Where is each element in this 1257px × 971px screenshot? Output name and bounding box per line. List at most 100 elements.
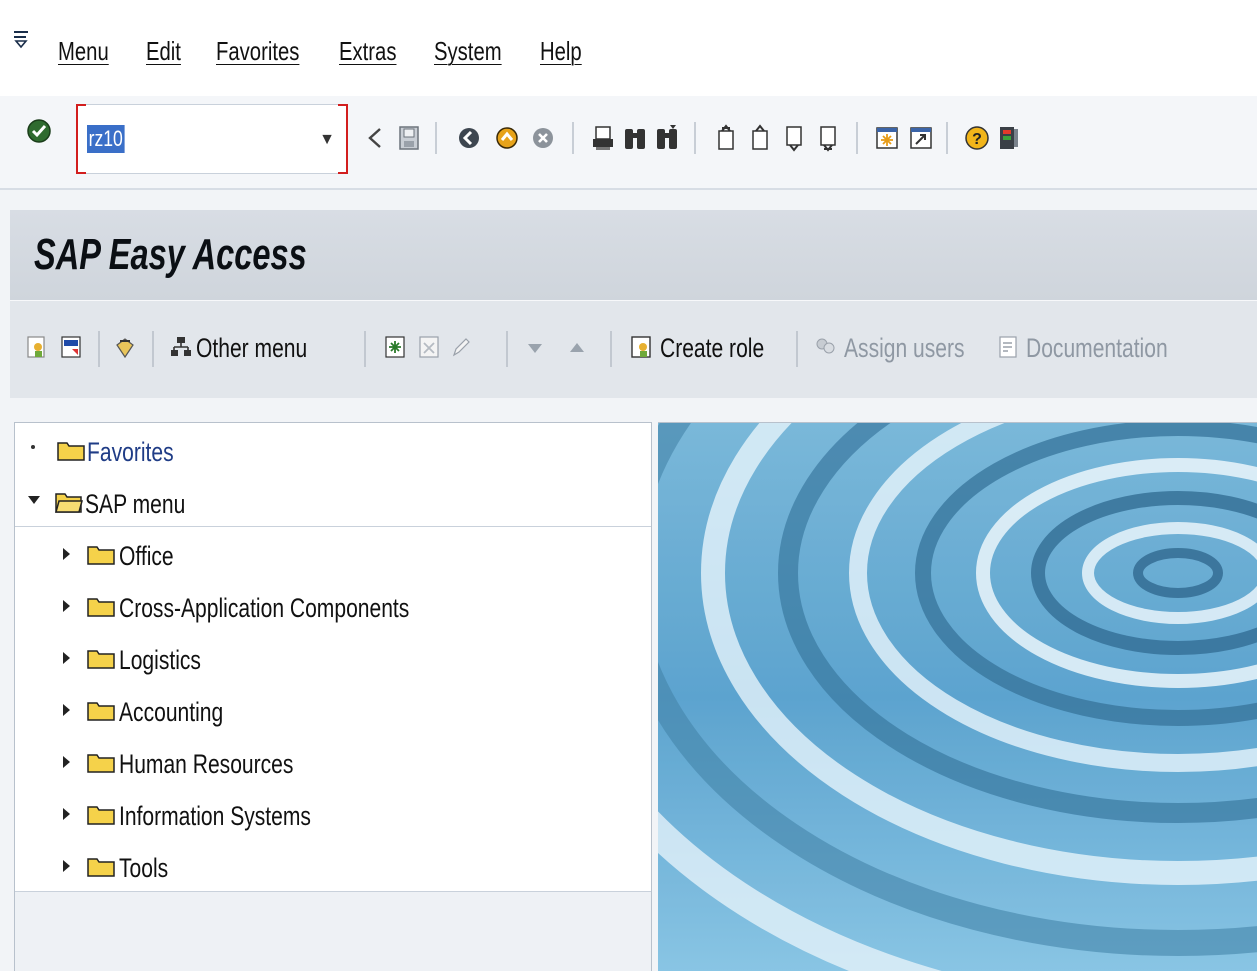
tree-node-favorites[interactable]: Favorites [15, 423, 651, 475]
move-up-icon[interactable] [566, 335, 588, 359]
menu-item-favorites[interactable]: Favorites [216, 36, 299, 67]
focus-bracket-right [338, 104, 348, 174]
menu-tree: Favorites SAP menu Office Cross-Applicat… [14, 422, 652, 971]
expanded-arrow-icon[interactable] [27, 495, 41, 505]
folder-icon [87, 806, 115, 825]
tree-label[interactable]: Cross-Application Components [119, 593, 409, 624]
collapsed-arrow-icon[interactable] [61, 859, 71, 873]
title-bar: SAP Easy Access [10, 210, 1257, 300]
create-session-icon[interactable] [874, 123, 900, 153]
folder-icon [87, 546, 115, 565]
folder-icon [87, 702, 115, 721]
menu-bar: Menu Edit Favorites Extras System Help [0, 0, 1257, 96]
shortcut-icon[interactable] [908, 123, 934, 153]
tree-label[interactable]: Logistics [119, 645, 201, 676]
help-icon[interactable]: ? [964, 123, 990, 153]
tree-node[interactable]: Office [15, 527, 651, 579]
svg-text:?: ? [972, 131, 982, 148]
tree-label-favorites[interactable]: Favorites [87, 437, 174, 468]
delete-favorite-icon[interactable] [418, 335, 440, 359]
tree-footer [15, 891, 651, 971]
edit-pencil-icon[interactable] [450, 335, 472, 359]
collapsed-arrow-icon[interactable] [61, 807, 71, 821]
create-role-icon[interactable] [630, 335, 652, 359]
toolbar-separator [796, 331, 798, 367]
toolbar-separator [856, 122, 858, 154]
documentation-button[interactable]: Documentation [1026, 333, 1168, 364]
previous-page-icon[interactable] [748, 123, 774, 153]
user-menu-icon[interactable] [26, 335, 48, 359]
find-next-icon[interactable] [654, 123, 680, 153]
tree-node-sap-menu[interactable]: SAP menu [15, 475, 651, 527]
menu-item-system[interactable]: System [434, 36, 502, 67]
command-field[interactable]: rz10 ▼ [76, 104, 348, 174]
cancel-icon[interactable] [530, 123, 556, 153]
app-menu-icon[interactable] [10, 28, 32, 50]
folder-icon [87, 598, 115, 617]
tree-label[interactable]: Office [119, 541, 174, 572]
collapsed-arrow-icon[interactable] [61, 599, 71, 613]
toolbar-separator [610, 331, 612, 367]
menu-item-extras[interactable]: Extras [339, 36, 396, 67]
application-toolbar: Other menu Create role Assign users Docu… [10, 300, 1257, 398]
system-toolbar: rz10 ▼ ? [0, 96, 1257, 190]
toolbar-separator [364, 331, 366, 367]
back-icon[interactable] [362, 123, 388, 153]
add-favorite-icon[interactable] [384, 335, 406, 359]
tree-label[interactable]: Tools [119, 853, 168, 884]
documentation-icon[interactable] [998, 335, 1020, 359]
tree-label[interactable]: Information Systems [119, 801, 311, 832]
toolbar-separator [572, 122, 574, 154]
find-icon[interactable] [622, 123, 648, 153]
focus-bracket-left [76, 104, 86, 174]
collapsed-arrow-icon[interactable] [61, 547, 71, 561]
tree-node[interactable]: Tools [15, 839, 651, 891]
tree-label[interactable]: Human Resources [119, 749, 293, 780]
tree-node[interactable]: Accounting [15, 683, 651, 735]
create-role-button[interactable]: Create role [660, 333, 764, 364]
tree-node[interactable]: Information Systems [15, 787, 651, 839]
chevron-down-icon[interactable]: ▼ [319, 131, 335, 149]
save-icon[interactable] [396, 123, 422, 153]
assign-users-button[interactable]: Assign users [844, 333, 965, 364]
folder-icon [87, 858, 115, 877]
collapsed-arrow-icon[interactable] [61, 755, 71, 769]
tree-label-sap-menu[interactable]: SAP menu [85, 489, 185, 520]
menu-item-menu[interactable]: Menu [58, 36, 109, 67]
toolbar-separator [694, 122, 696, 154]
other-menu-icon[interactable] [170, 335, 192, 359]
collapsed-arrow-icon[interactable] [61, 651, 71, 665]
toolbar-separator [506, 331, 508, 367]
toolbar-separator [98, 331, 100, 367]
open-folder-icon [55, 493, 83, 513]
up-icon[interactable] [494, 123, 520, 153]
folder-icon [57, 442, 85, 461]
easy-access-splash-image [658, 422, 1257, 971]
page-title: SAP Easy Access [34, 230, 307, 279]
print-icon[interactable] [590, 123, 616, 153]
tree-node[interactable]: Logistics [15, 631, 651, 683]
menu-item-help[interactable]: Help [540, 36, 582, 67]
command-field-value[interactable]: rz10 [87, 125, 125, 153]
enter-icon[interactable] [26, 118, 52, 144]
toolbar-separator [435, 122, 437, 154]
business-workplace-icon[interactable] [114, 335, 136, 359]
layout-menu-icon[interactable] [996, 123, 1022, 153]
first-page-icon[interactable] [714, 123, 740, 153]
tree-label[interactable]: Accounting [119, 697, 223, 728]
tree-node[interactable]: Human Resources [15, 735, 651, 787]
last-page-icon[interactable] [816, 123, 842, 153]
collapsed-arrow-icon[interactable] [61, 703, 71, 717]
assign-users-icon[interactable] [814, 335, 836, 359]
move-down-icon[interactable] [524, 335, 546, 359]
toolbar-separator [946, 122, 948, 154]
bullet-icon [31, 445, 35, 449]
toolbar-separator [152, 331, 154, 367]
next-page-icon[interactable] [782, 123, 808, 153]
other-menu-button[interactable]: Other menu [196, 333, 307, 364]
sap-menu-icon[interactable] [60, 335, 82, 359]
menu-item-edit[interactable]: Edit [146, 36, 181, 67]
exit-icon[interactable] [456, 123, 482, 153]
water-ripple-image [658, 423, 1257, 971]
tree-node[interactable]: Cross-Application Components [15, 579, 651, 631]
